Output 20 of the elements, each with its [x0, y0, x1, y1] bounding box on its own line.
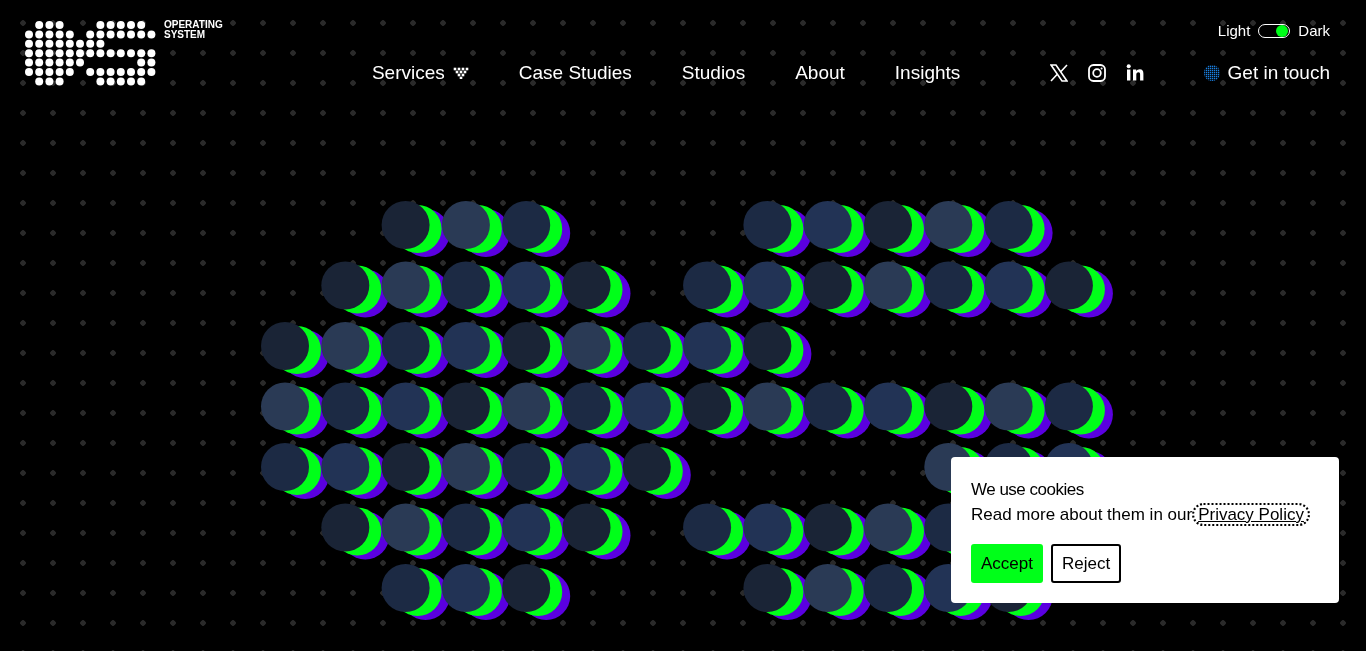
instagram-icon[interactable]: [1087, 63, 1106, 82]
accept-button[interactable]: Accept: [971, 543, 1043, 583]
nav-link[interactable]: Studios: [681, 58, 746, 87]
dark-label: Dark: [1298, 21, 1330, 41]
nav-link[interactable]: Services: [371, 58, 469, 87]
nav-link[interactable]: Insights: [894, 58, 961, 87]
x-logo-icon[interactable]: [1049, 63, 1068, 82]
logo-text: OPERATING SYSTEM: [164, 20, 223, 40]
light-label: Light: [1217, 21, 1251, 41]
globe-grid-icon: [1203, 64, 1220, 81]
dotted-chevron-icon: [452, 66, 469, 79]
contact-link[interactable]: Get in touch: [1203, 58, 1330, 87]
reject-button[interactable]: Reject: [1051, 543, 1122, 583]
cookie-title: We use cookies: [971, 478, 1085, 501]
nav-link[interactable]: About: [795, 58, 845, 87]
logo-icon[interactable]: [24, 20, 156, 86]
linkedin-icon[interactable]: [1125, 64, 1144, 82]
cookie-text: Read more about them in our: [971, 505, 1193, 524]
nav-link[interactable]: Case Studies: [518, 58, 632, 87]
privacy-policy-link[interactable]: Privacy Policy: [1192, 503, 1310, 526]
